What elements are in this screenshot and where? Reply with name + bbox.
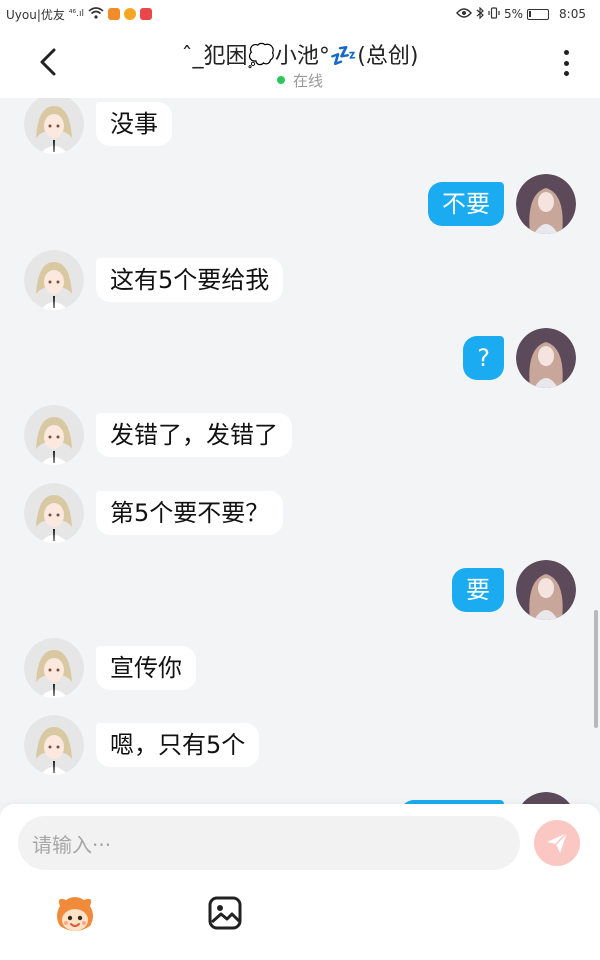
contact-avatar[interactable] [24, 715, 84, 775]
contact-avatar[interactable] [24, 250, 84, 310]
message-incoming: 嗯，只有5个 [24, 715, 260, 775]
more-vertical-icon [563, 50, 569, 55]
message-outgoing: 不要 [428, 174, 576, 234]
notification-app-icon [139, 8, 152, 20]
message-incoming: 发错了，发错了 [24, 405, 292, 465]
online-dot [276, 76, 285, 84]
more-options-button[interactable] [554, 48, 578, 78]
carrier-text: Uyou|优友 [6, 7, 65, 22]
send-icon [547, 832, 568, 853]
contact-avatar[interactable] [24, 98, 84, 154]
input-bar: 请输入··· [0, 804, 600, 960]
chat-header: ˆ_犯困💭小池°💤(总创) 在线 [0, 28, 600, 98]
message-list[interactable]: 没事 不要 这有5个要给我 ? 发错了，发错了 第5个要不要？ 要 宣传你 嗯，… [0, 98, 600, 804]
online-status-label: 在线 [292, 72, 323, 90]
bluetooth-icon [476, 6, 484, 22]
message-bubble[interactable]: ? [463, 336, 504, 380]
eye-icon [456, 7, 472, 21]
message-bubble[interactable]: 宣传你 [96, 646, 196, 690]
message-incoming: 没事 [24, 98, 172, 154]
scrollbar-thumb[interactable] [594, 610, 598, 728]
wifi-icon [88, 6, 104, 22]
send-button[interactable] [534, 820, 580, 866]
online-status: 在线 [0, 70, 600, 91]
clock: 8:05 [559, 7, 586, 21]
message-bubble[interactable]: 没事 [96, 102, 172, 146]
chat-title: ˆ_犯困💭小池°💤(总创) [181, 44, 419, 69]
message-outgoing [400, 792, 576, 804]
notification-app-icon [123, 8, 136, 20]
signal-text: ⁴⁶.ıl [68, 9, 84, 19]
message-bubble[interactable]: 发错了，发错了 [96, 413, 292, 457]
message-incoming: 第5个要不要？ [24, 483, 284, 543]
message-incoming: 宣传你 [24, 638, 196, 698]
image-icon [208, 896, 242, 930]
status-bar: Uyou|优友 ⁴⁶.ıl 5% 8:05 [0, 0, 600, 28]
contact-avatar[interactable] [24, 638, 84, 698]
message-outgoing: 要 [452, 560, 576, 620]
message-bubble[interactable]: 第5个要不要？ [96, 491, 284, 535]
sticker-mascot-icon [57, 897, 93, 931]
battery-icon [527, 8, 550, 20]
user-avatar[interactable] [516, 174, 576, 234]
notification-app-icon [107, 8, 120, 20]
message-bubble[interactable]: 这有5个要给我 [96, 258, 284, 302]
message-input[interactable]: 请输入··· [18, 816, 520, 870]
vibrate-icon [488, 6, 500, 22]
sticker-button[interactable] [52, 892, 98, 938]
contact-avatar[interactable] [24, 405, 84, 465]
user-avatar[interactable] [516, 328, 576, 388]
battery-percent: 5% [504, 7, 524, 21]
user-avatar[interactable] [516, 792, 576, 804]
image-button[interactable] [206, 894, 244, 932]
contact-avatar[interactable] [24, 483, 84, 543]
message-outgoing: ? [463, 328, 576, 388]
message-incoming: 这有5个要给我 [24, 250, 284, 310]
message-bubble[interactable]: 嗯，只有5个 [96, 723, 260, 767]
message-bubble[interactable]: 不要 [428, 182, 504, 226]
message-bubble[interactable]: 要 [452, 568, 504, 612]
user-avatar[interactable] [516, 560, 576, 620]
